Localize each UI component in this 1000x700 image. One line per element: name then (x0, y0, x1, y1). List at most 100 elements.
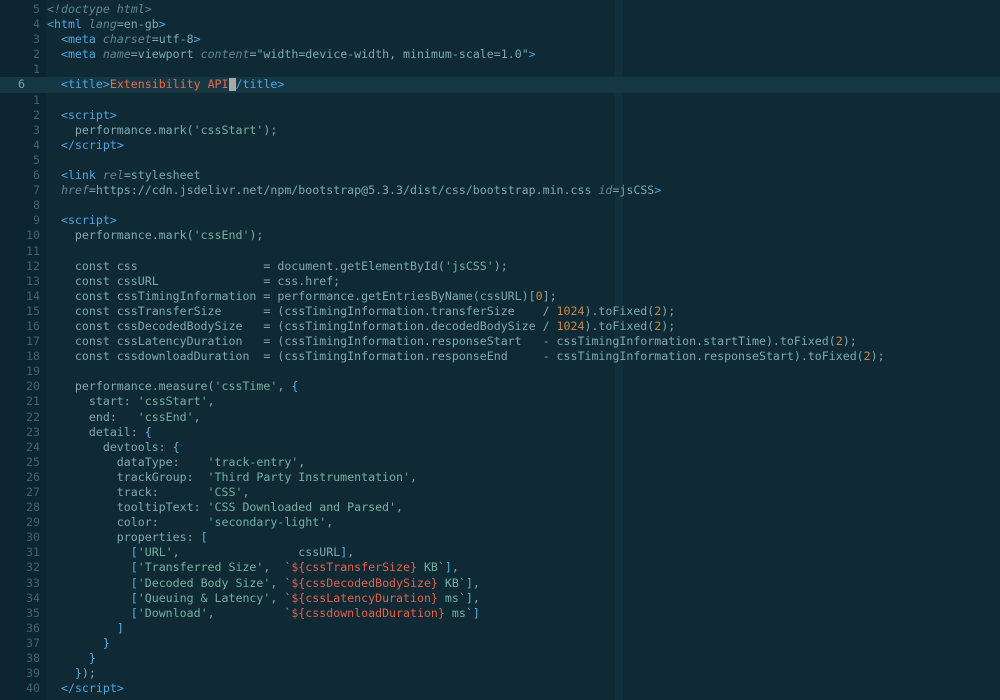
code-text[interactable]: end: 'cssEnd', (47, 410, 201, 425)
code-line[interactable]: 8 (0, 198, 1000, 213)
code-text[interactable]: <script> (47, 213, 117, 228)
code-text[interactable]: </script> (47, 681, 124, 696)
code-line[interactable]: 2 <script> (0, 108, 1000, 123)
code-text[interactable]: detail: { (47, 425, 152, 440)
code-line[interactable]: 32 ['Transferred Size', `${cssTransferSi… (0, 560, 1000, 575)
code-line[interactable]: 4 <html lang=en-gb> (0, 17, 1000, 32)
code-line[interactable]: 29 color: 'secondary-light', (0, 515, 1000, 530)
code-line[interactable]: 37 } (0, 636, 1000, 651)
code-text[interactable]: performance.measure('cssTime', { (47, 379, 298, 394)
code-line[interactable]: 13 const cssURL = css.href; (0, 274, 1000, 289)
code-line[interactable]: 21 start: 'cssStart', (0, 394, 1000, 409)
code-token: Extensibility API (109, 77, 229, 92)
code-token: ${cssdownloadDuration} (291, 605, 445, 620)
code-line[interactable]: 7 href=https://cdn.jsdelivr.net/npm/boot… (0, 183, 1000, 198)
code-line[interactable]: 3 <meta charset=utf-8> (0, 32, 1000, 47)
code-text[interactable]: <link rel=stylesheet (47, 168, 201, 183)
code-text[interactable]: <meta name=viewport content="width=devic… (47, 47, 536, 62)
code-line[interactable]: 4 </script> (0, 138, 1000, 153)
line-number: 23 (26, 424, 40, 439)
code-text[interactable]: performance.mark('cssEnd'); (47, 228, 264, 243)
code-token: > (109, 107, 117, 122)
code-text[interactable]: const cssTransferSize = (cssTimingInform… (47, 304, 675, 319)
code-text[interactable]: ['Decoded Body Size', `${cssDecodedBodyS… (47, 576, 480, 591)
code-text[interactable]: start: 'cssStart', (47, 394, 215, 409)
code-line[interactable]: 23 detail: { (0, 425, 1000, 440)
code-token: 'URL' (137, 545, 173, 560)
code-line[interactable]: 1 (0, 93, 1000, 108)
code-token: , (270, 575, 285, 590)
code-line[interactable]: 16 const cssDecodedBodySize = (cssTiming… (0, 319, 1000, 334)
code-text[interactable]: ['URL', cssURL], (47, 545, 354, 560)
code-line[interactable]: 24 devtools: { (0, 440, 1000, 455)
code-line[interactable]: 19 (0, 364, 1000, 379)
code-line[interactable]: 27 track: 'CSS', (0, 485, 1000, 500)
code-line[interactable]: 14 const cssTimingInformation = performa… (0, 289, 1000, 304)
code-text[interactable]: trackGroup: 'Third Party Instrumentation… (47, 470, 417, 485)
code-text[interactable]: ['Download', `${cssdownloadDuration} ms`… (47, 606, 480, 621)
code-text[interactable]: const cssDecodedBodySize = (cssTimingInf… (47, 319, 675, 334)
code-text[interactable]: <!doctype html> (47, 2, 152, 17)
code-line[interactable]: 35 ['Download', `${cssdownloadDuration} … (0, 606, 1000, 621)
code-line[interactable]: 20 performance.measure('cssTime', { (0, 379, 1000, 394)
code-line[interactable]: 36 ] (0, 621, 1000, 636)
code-line[interactable]: 1 (0, 62, 1000, 77)
code-text[interactable]: dataType: 'track-entry', (47, 455, 305, 470)
code-text[interactable]: performance.mark('cssStart'); (47, 123, 277, 138)
code-line[interactable]: 15 const cssTransferSize = (cssTimingInf… (0, 304, 1000, 319)
code-editor[interactable]: 5 <!doctype html> 4 <html lang=en-gb> 3 <met… (0, 0, 1000, 700)
code-line[interactable]: 10 performance.mark('cssEnd'); (0, 228, 1000, 243)
code-text[interactable]: const cssTimingInformation = performance… (47, 289, 557, 304)
code-line[interactable]: 30 properties: [ (0, 530, 1000, 545)
code-text[interactable]: } (47, 651, 96, 666)
code-lines[interactable]: 5 <!doctype html> 4 <html lang=en-gb> 3 <met… (0, 2, 1000, 696)
code-text[interactable]: const cssLatencyDuration = (cssTimingInf… (47, 334, 857, 349)
code-text[interactable]: href=https://cdn.jsdelivr.net/npm/bootst… (47, 183, 661, 198)
code-line[interactable]: 9 <script> (0, 213, 1000, 228)
code-text[interactable]: ['Queuing & Latency', `${cssLatencyDurat… (47, 591, 480, 606)
code-line[interactable]: 3 performance.mark('cssStart'); (0, 123, 1000, 138)
code-token: , (263, 560, 285, 575)
code-token: const cssdownloadDuration = (cssTimingIn… (47, 349, 864, 364)
code-line[interactable]: 18 const cssdownloadDuration = (cssTimin… (0, 349, 1000, 364)
code-text[interactable]: const cssURL = css.href; (47, 274, 340, 289)
code-text[interactable]: </script> (47, 138, 124, 153)
code-text[interactable]: <meta charset=utf-8> (47, 32, 201, 47)
code-line[interactable]: 2 <meta name=viewport content="width=dev… (0, 47, 1000, 62)
current-code-line[interactable]: 6 <title>Extensibility API/title> (0, 77, 1000, 93)
line-number: 37 (26, 635, 40, 650)
line-number: 2 (33, 107, 40, 122)
code-line[interactable]: 5 (0, 153, 1000, 168)
code-line[interactable]: 22 end: 'cssEnd', (0, 410, 1000, 425)
code-line[interactable]: 38 } (0, 651, 1000, 666)
code-text[interactable]: } (47, 636, 110, 651)
code-token: ms` (437, 590, 466, 605)
code-line[interactable]: 28 tooltipText: 'CSS Downloaded and Pars… (0, 500, 1000, 515)
code-line[interactable]: 33 ['Decoded Body Size', `${cssDecodedBo… (0, 576, 1000, 591)
code-text[interactable]: devtools: { (47, 440, 180, 455)
code-line[interactable]: 5 <!doctype html> (0, 2, 1000, 17)
code-line[interactable]: 26 trackGroup: 'Third Party Instrumentat… (0, 470, 1000, 485)
code-text[interactable]: tooltipText: 'CSS Downloaded and Parsed'… (47, 500, 403, 515)
code-line[interactable]: 6 <link rel=stylesheet (0, 168, 1000, 183)
code-line[interactable]: 40 </script> (0, 681, 1000, 696)
code-text[interactable]: <script> (47, 108, 117, 123)
code-line[interactable]: 25 dataType: 'track-entry', (0, 455, 1000, 470)
code-text[interactable]: ['Transferred Size', `${cssTransferSize}… (47, 560, 459, 575)
code-text[interactable]: track: 'CSS', (47, 485, 250, 500)
code-line[interactable]: 39 }); (0, 666, 1000, 681)
code-line[interactable]: 11 (0, 244, 1000, 259)
code-line[interactable]: 17 const cssLatencyDuration = (cssTiming… (0, 334, 1000, 349)
code-text[interactable]: color: 'secondary-light', (47, 515, 333, 530)
code-text[interactable]: }); (47, 666, 96, 681)
code-text[interactable]: properties: [ (47, 530, 208, 545)
code-text[interactable]: const css = document.getElementById('jsC… (47, 259, 508, 274)
code-text[interactable]: <html lang=en-gb> (47, 17, 166, 32)
code-token: 'CSS Downloaded and Parsed' (207, 500, 397, 515)
code-line[interactable]: 31 ['URL', cssURL], (0, 545, 1000, 560)
code-text[interactable]: ] (47, 621, 124, 636)
code-line[interactable]: 34 ['Queuing & Latency', `${cssLatencyDu… (0, 591, 1000, 606)
code-text[interactable]: const cssdownloadDuration = (cssTimingIn… (47, 349, 885, 364)
code-text[interactable]: <title>Extensibility API/title> (47, 77, 284, 92)
code-line[interactable]: 12 const css = document.getElementById('… (0, 259, 1000, 274)
